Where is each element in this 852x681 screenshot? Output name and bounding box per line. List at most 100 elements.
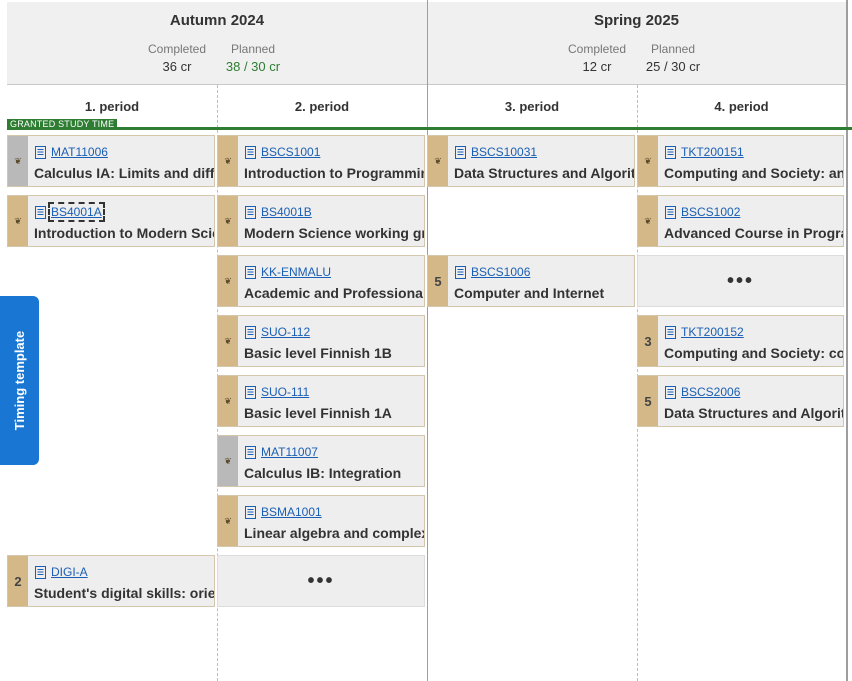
course-code-link[interactable]: BSMA1001 [261,505,322,519]
timing-template-label: Timing template [12,330,28,431]
more-courses-button[interactable]: ••• [217,555,425,607]
completed-status-strip: ❦ [218,496,238,546]
course-code-link[interactable]: BSCS1002 [681,205,740,219]
completed-status-strip: ❦ [218,136,238,186]
laurel-icon: ❦ [224,515,232,526]
completed-status-strip: ❦ [218,376,238,426]
course-card[interactable]: 5 BSCS2006 Data Structures and Algorithms … [637,375,844,427]
document-icon [244,145,257,159]
course-code-row: BS4001B [244,205,312,219]
course-code-link[interactable]: KK-ENMALU [261,265,331,279]
course-code-row: MAT11006 [34,145,108,159]
document-icon [34,565,47,579]
timing-template-tab[interactable]: Timing template [0,296,39,465]
document-icon [664,385,677,399]
document-icon [664,205,677,219]
completed-label: Completed [567,42,627,56]
course-code-row: BSCS1006 [454,265,530,279]
course-card[interactable]: ❦ MAT11006 Calculus IA: Limits and differe… [7,135,215,187]
scroll-edge [846,0,848,681]
document-icon [454,145,467,159]
completed-label: Completed [147,42,207,56]
laurel-icon: ❦ [224,455,232,466]
laurel-icon: ❦ [224,215,232,226]
course-card[interactable]: 5 BSCS1006 Computer and Internet [427,255,635,307]
course-code-row: KK-ENMALU [244,265,331,279]
document-icon [454,265,467,279]
laurel-icon: ❦ [644,215,652,226]
course-card[interactable]: ❦ BSMA1001 Linear algebra and complex numb… [217,495,425,547]
completed-stat: Completed 12 cr [565,42,629,74]
semester-divider [427,0,428,681]
course-name: Linear algebra and complex numbers [244,525,424,541]
document-icon [664,325,677,339]
course-code-link[interactable]: MAT11006 [51,145,108,159]
course-card[interactable]: ❦ BSCS10031 Data Structures and Algorithms… [427,135,635,187]
course-card[interactable]: ❦ KK-ENMALU Academic and Professional Comm… [217,255,425,307]
course-card[interactable]: ❦ BS4001B Modern Science working group [217,195,425,247]
laurel-icon: ❦ [224,335,232,346]
document-icon [244,205,257,219]
laurel-icon: ❦ [14,155,22,166]
course-code-row: TKT200152 [664,325,744,339]
course-card[interactable]: ❦ MAT11007 Calculus IB: Integration [217,435,425,487]
course-code-link[interactable]: BSCS10031 [471,145,537,159]
course-code-row: BSCS1001 [244,145,320,159]
planned-value: 25 / 30 cr [645,59,701,74]
laurel-icon: ❦ [224,155,232,166]
course-code-link[interactable]: TKT200151 [681,145,744,159]
course-card[interactable]: 2 DIGI-A Student's digital skills: orienta… [7,555,215,607]
more-courses-button[interactable]: ••• [637,255,844,307]
course-code-link[interactable]: BS4001B [261,205,312,219]
course-code-row: SUO-111 [244,385,309,399]
course-card[interactable]: 3 TKT200152 Computing and Society: contemp… [637,315,844,367]
laurel-icon: ❦ [224,275,232,286]
completed-status-strip: ❦ [218,436,238,486]
planned-value: 38 / 30 cr [225,59,281,74]
course-name: Data Structures and Algorithms I [454,165,634,181]
course-name: Basic level Finnish 1B [244,345,392,361]
course-code-link[interactable]: BSCS1001 [261,145,320,159]
document-icon [244,325,257,339]
document-icon [244,505,257,519]
course-card[interactable]: ❦ SUO-111 Basic level Finnish 1A [217,375,425,427]
completed-status-strip: ❦ [8,196,28,246]
semester-header-spring: Spring 2025 Completed 12 cr Planned 25 /… [427,2,846,85]
course-code-link[interactable]: SUO-112 [261,325,310,339]
completed-status-strip: ❦ [8,136,28,186]
course-card[interactable]: ❦ BSCS1002 Advanced Course in Programming [637,195,844,247]
course-card[interactable]: ❦ BSCS1001 Introduction to Programming [217,135,425,187]
course-code-link[interactable]: BSCS2006 [681,385,740,399]
credits-badge: 5 [638,376,658,426]
course-code-row: TKT200151 [664,145,744,159]
course-code-row: BSCS10031 [454,145,537,159]
granted-study-time-label: GRANTED STUDY TIME [7,119,118,130]
course-card[interactable]: ❦ TKT200151 Computing and Society: an intr… [637,135,844,187]
course-code-link[interactable]: BSCS1006 [471,265,530,279]
laurel-icon: ❦ [224,395,232,406]
course-code-row: MAT11007 [244,445,318,459]
course-code-row: BSCS1002 [664,205,740,219]
course-code-link[interactable]: DIGI-A [51,565,88,579]
completed-status-strip: ❦ [218,256,238,306]
course-card[interactable]: ❦ BS4001A Introduction to Modern Science [7,195,215,247]
course-code-link[interactable]: BS4001A [48,202,105,222]
completed-stat: Completed 36 cr [145,42,209,74]
completed-value: 12 cr [582,59,612,74]
course-code-link[interactable]: MAT11007 [261,445,318,459]
course-code-row: BS4001A [34,202,105,222]
course-name: Academic and Professional Communication [244,285,424,301]
granted-study-time-line [7,127,852,130]
course-name: Introduction to Programming [244,165,424,181]
completed-status-strip: ❦ [638,196,658,246]
period-header: 4. period [714,99,769,114]
completed-status-strip: ❦ [218,316,238,366]
document-icon [34,205,47,219]
planned-stat: Planned 38 / 30 cr [217,42,289,74]
course-card[interactable]: ❦ SUO-112 Basic level Finnish 1B [217,315,425,367]
course-name: Computer and Internet [454,285,605,301]
course-code-link[interactable]: TKT200152 [681,325,744,339]
course-code-link[interactable]: SUO-111 [261,385,309,399]
credits-badge: 5 [428,256,448,306]
planned-stat: Planned 25 / 30 cr [637,42,709,74]
